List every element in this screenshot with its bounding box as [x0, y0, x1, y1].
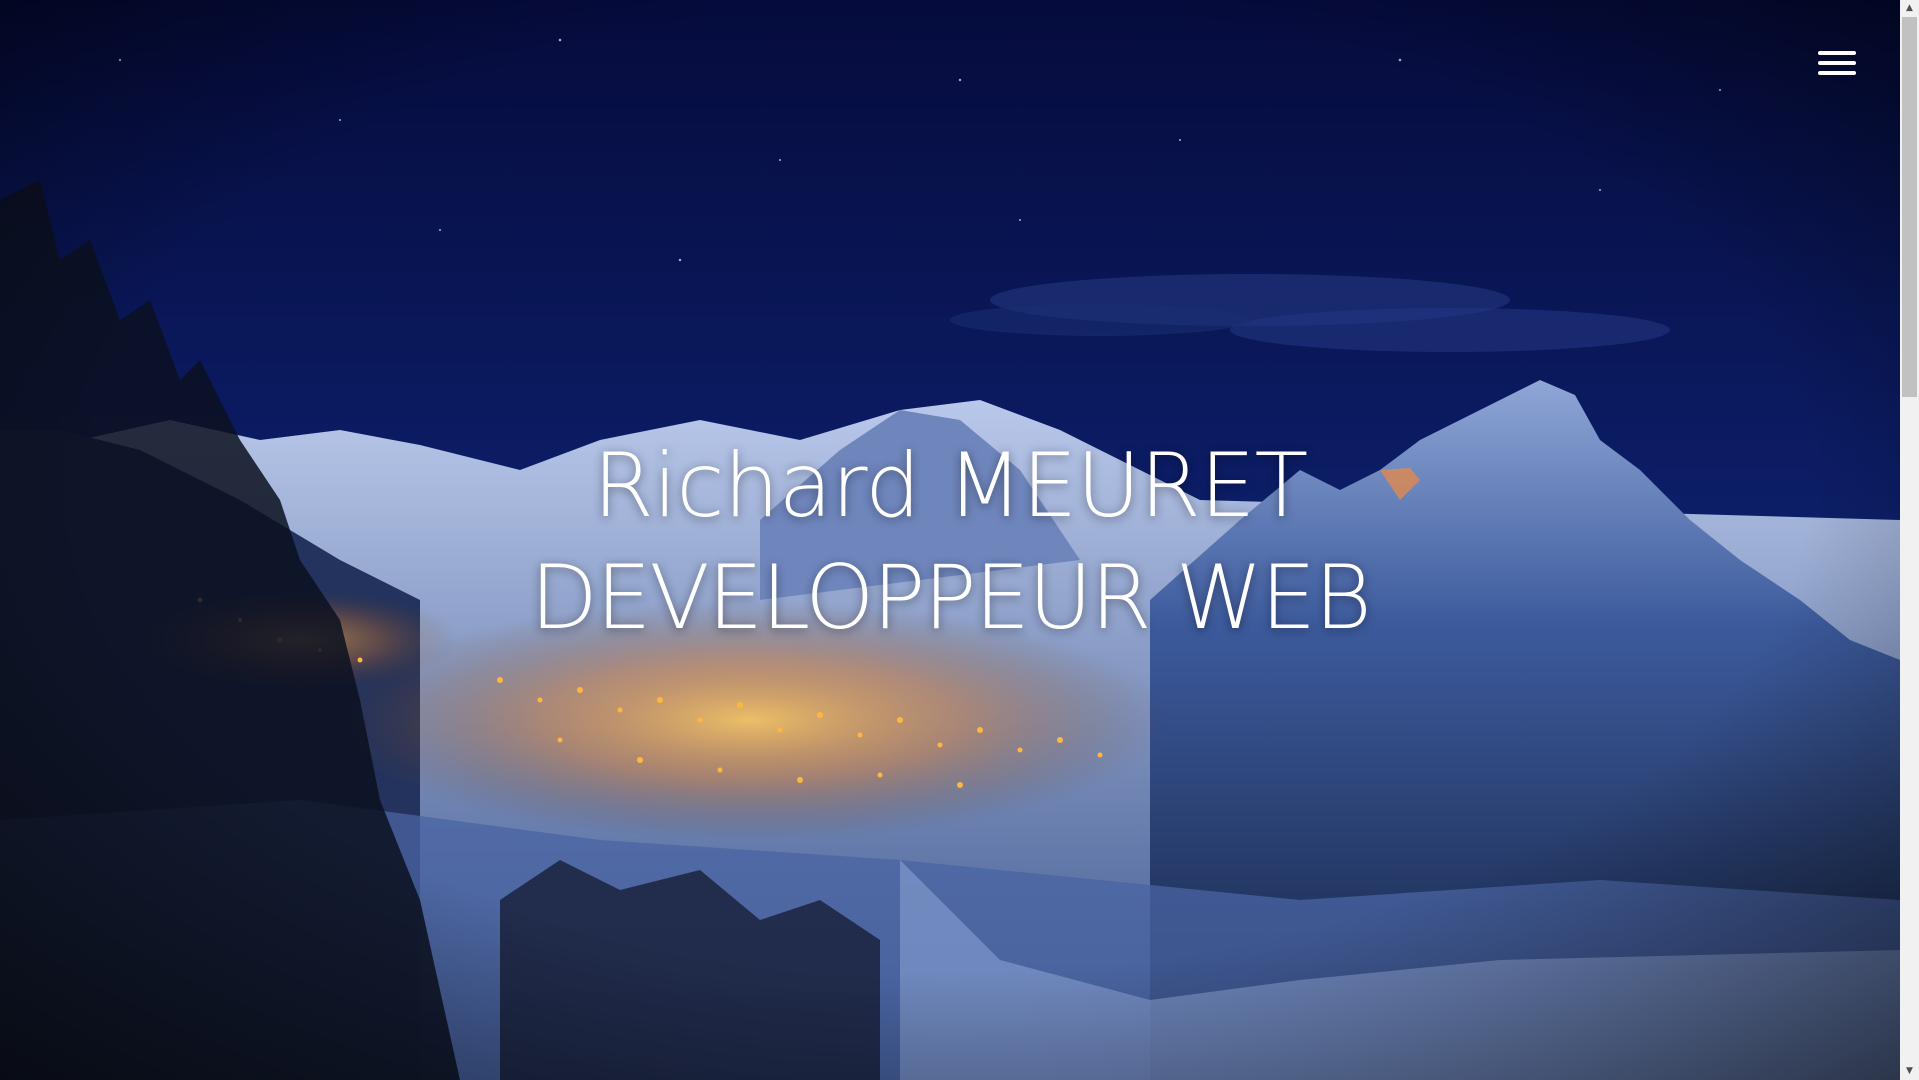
- hero-heading: Richard MEURET DEVELOPPEUR WEB: [0, 430, 1900, 654]
- scroll-up-arrow-icon[interactable]: ▲: [1900, 0, 1919, 17]
- vertical-scrollbar[interactable]: ▲ ▼: [1900, 0, 1919, 1080]
- hero-name: Richard MEURET: [592, 434, 1309, 537]
- hamburger-menu-button[interactable]: [1818, 48, 1856, 78]
- scrollbar-thumb[interactable]: [1902, 17, 1917, 397]
- hamburger-menu-icon: [1818, 51, 1856, 55]
- page-viewport: Richard MEURET DEVELOPPEUR WEB ▲ ▼: [0, 0, 1919, 1080]
- scroll-down-arrow-icon[interactable]: ▼: [1900, 1063, 1919, 1080]
- hero-role: DEVELOPPEUR WEB: [530, 546, 1372, 649]
